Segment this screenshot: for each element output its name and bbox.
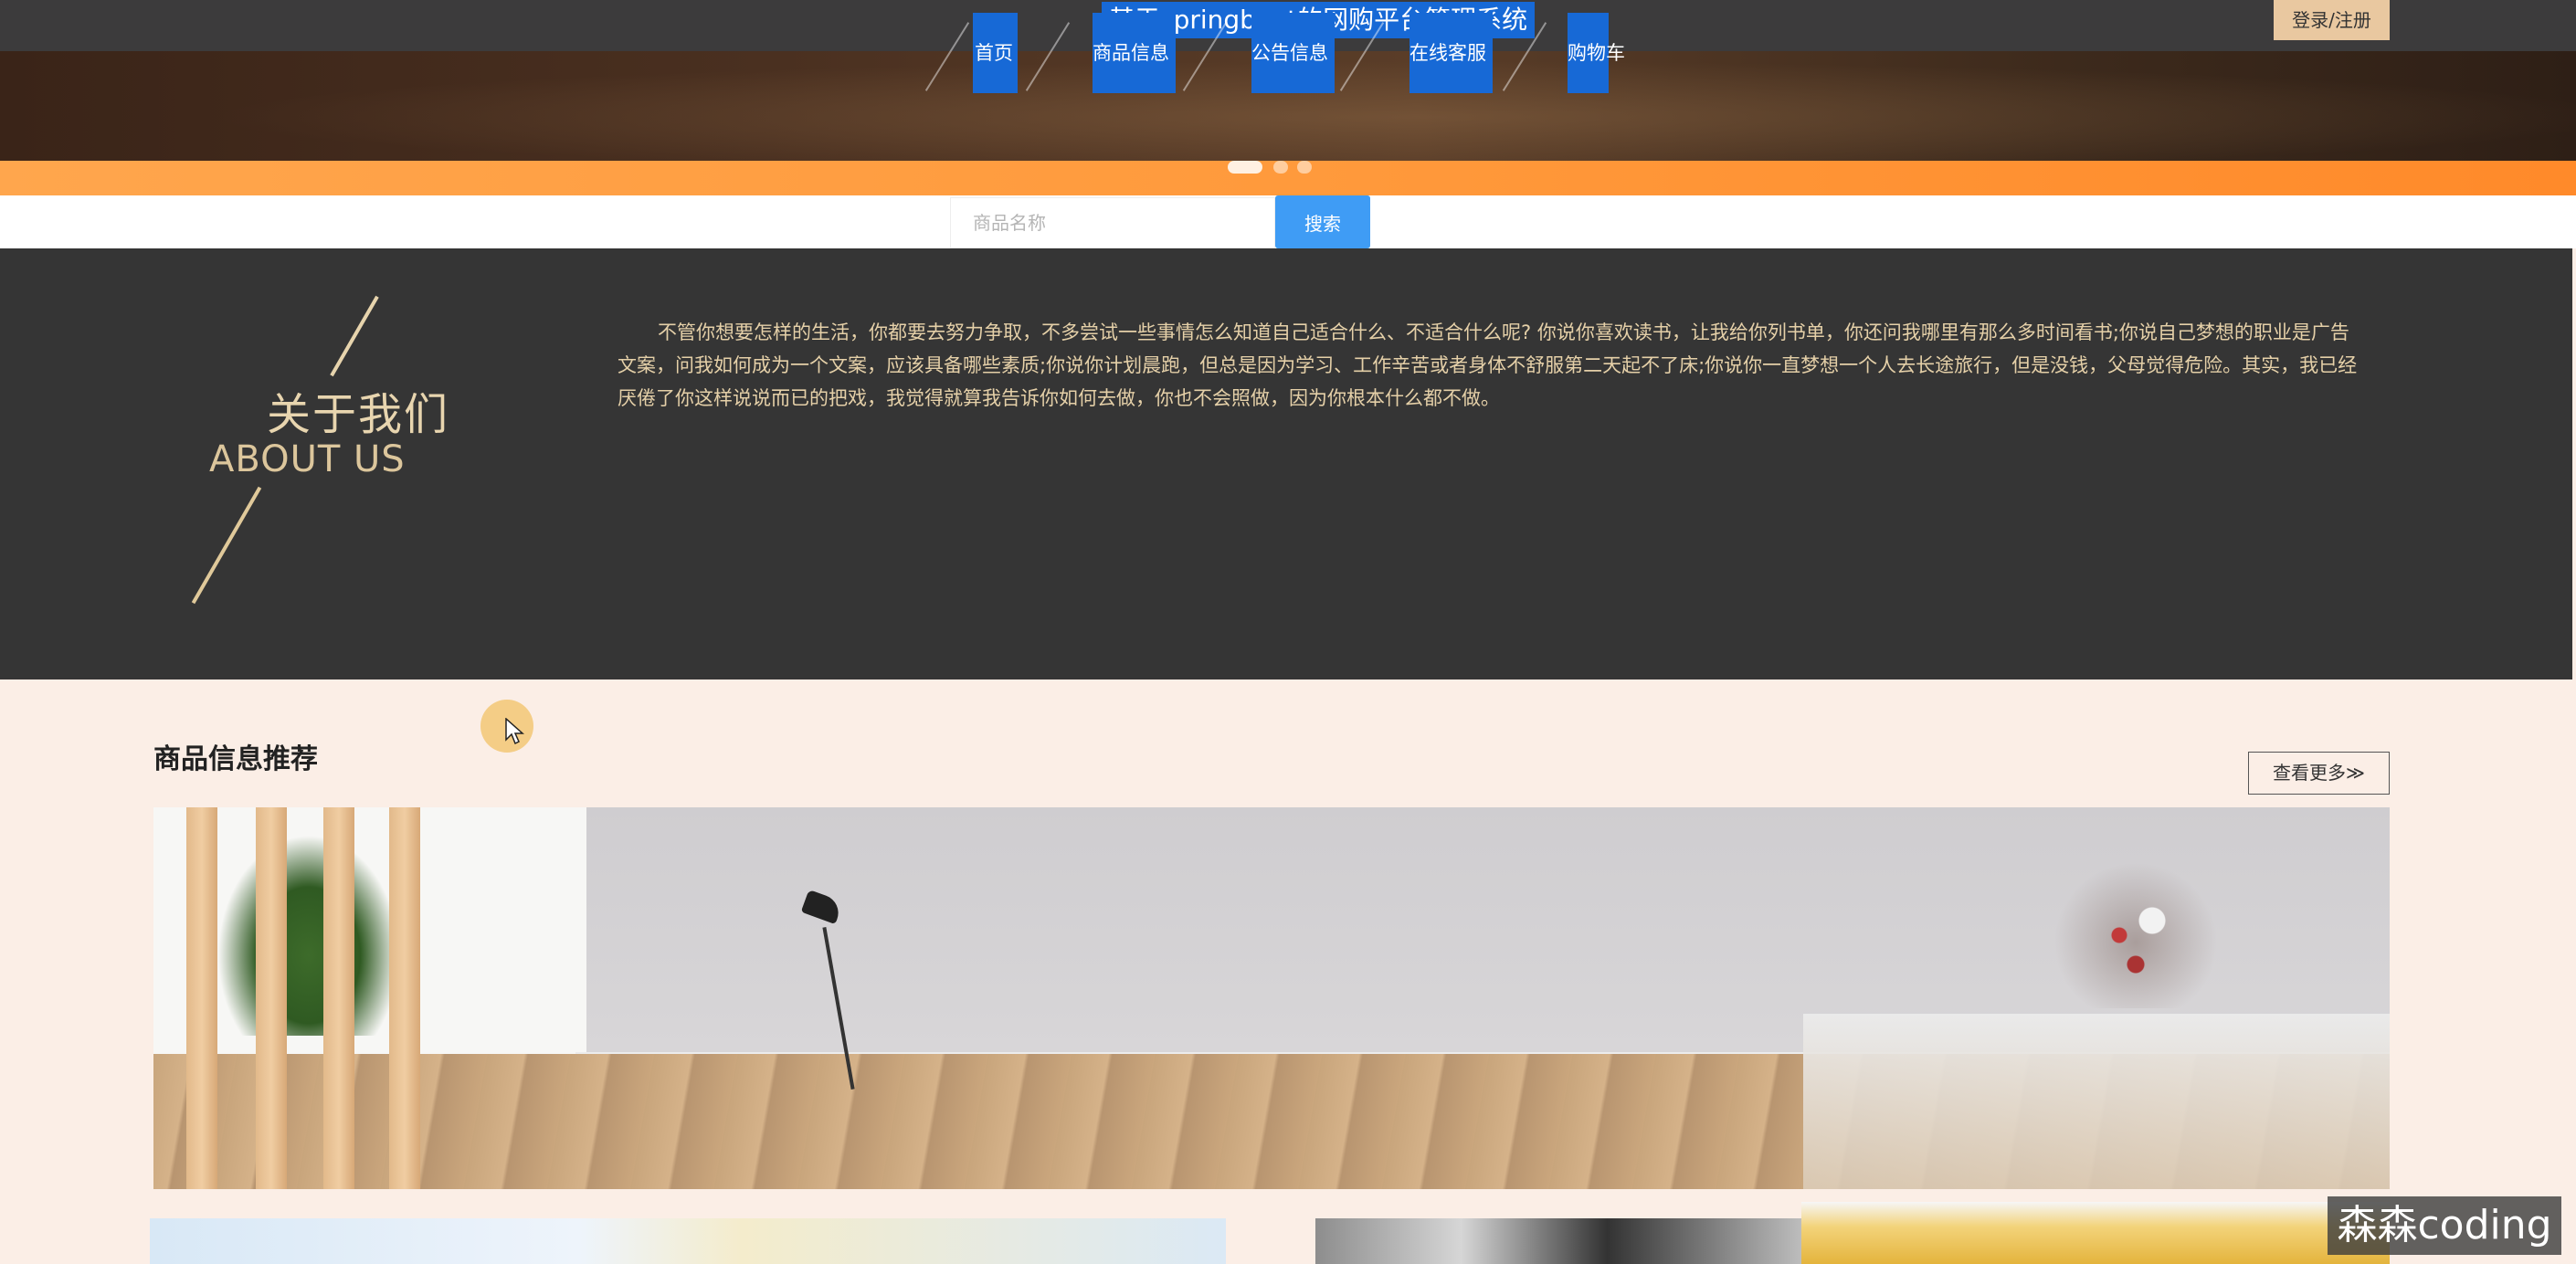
carousel-dot-active[interactable] [1228, 161, 1262, 174]
product-image[interactable] [153, 807, 2390, 1189]
nav-item-label: 商品信息 [1093, 42, 1169, 64]
carousel-dot[interactable] [1297, 161, 1312, 174]
carousel-dot[interactable] [1273, 161, 1288, 174]
mouse-cursor-icon [505, 718, 524, 745]
nav-item-label: 购物车 [1568, 42, 1625, 64]
nav-item-label: 在线客服 [1409, 42, 1486, 64]
product-thumbnail[interactable] [150, 1218, 1226, 1264]
nav-item-announcements[interactable]: 公告信息 [1251, 13, 1335, 93]
section-title: 商品信息推荐 [153, 743, 318, 775]
nav-item-products[interactable]: 商品信息 [1093, 13, 1176, 93]
about-title-en: ABOUT US [209, 438, 406, 480]
image-slat [389, 807, 420, 1189]
image-slat [186, 807, 217, 1189]
nav-item-home[interactable]: 首页 [973, 13, 1018, 93]
banner-strip [0, 161, 2576, 195]
nav-item-customer-service[interactable]: 在线客服 [1409, 13, 1493, 93]
nav-item-label: 公告信息 [1251, 42, 1328, 64]
search-input[interactable] [950, 197, 1275, 248]
view-more-button[interactable]: 查看更多≫ [2248, 752, 2390, 795]
image-slat [256, 807, 287, 1189]
about-text: 不管你想要怎样的生活，你都要去努力争取，不多尝试一些事情怎么知道自己适合什么、不… [618, 321, 2358, 409]
nav-item-label: 首页 [975, 42, 1013, 64]
search-button[interactable]: 搜索 [1275, 195, 1370, 248]
image-overlay [1803, 1014, 2390, 1189]
image-flowers [2053, 862, 2218, 1008]
watermark: 森森coding [2328, 1196, 2561, 1255]
nav-item-cart[interactable]: 购物车 [1568, 13, 1625, 93]
product-thumbnail[interactable] [1801, 1202, 2390, 1264]
about-title-cn: 关于我们 [267, 389, 450, 440]
image-slat [323, 807, 354, 1189]
product-thumbnail[interactable] [1315, 1218, 1801, 1264]
login-register-button[interactable]: 登录/注册 [2274, 0, 2390, 40]
image-plant [217, 835, 400, 1036]
